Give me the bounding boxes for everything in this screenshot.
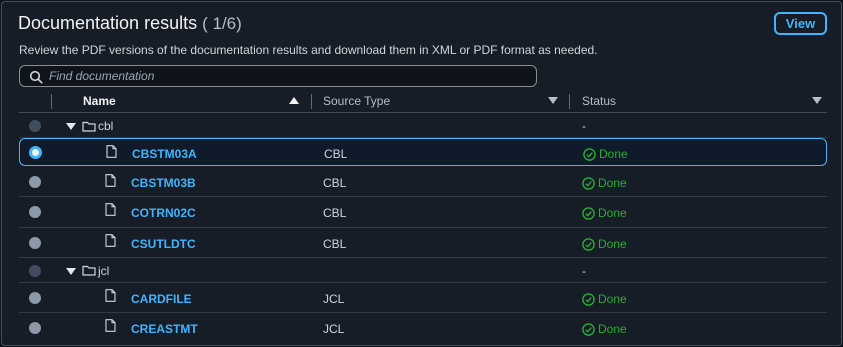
row-radio-disabled bbox=[29, 265, 41, 277]
row-radio[interactable] bbox=[29, 206, 41, 218]
column-header-source-type[interactable]: Source Type bbox=[323, 94, 390, 108]
column-divider bbox=[51, 94, 52, 109]
check-circle-icon bbox=[582, 238, 595, 251]
file-icon bbox=[105, 234, 116, 247]
source-type: CBL bbox=[323, 237, 347, 251]
column-header-status[interactable]: Status bbox=[582, 94, 616, 108]
column-divider[interactable] bbox=[569, 94, 570, 109]
table-row[interactable]: CSUTLDTC CBL Done bbox=[19, 228, 827, 258]
folder-row-cbl[interactable]: cbl - bbox=[19, 114, 827, 138]
column-header-name[interactable]: Name bbox=[83, 94, 116, 108]
row-radio-disabled bbox=[29, 120, 41, 132]
sort-icon[interactable] bbox=[548, 97, 558, 104]
row-radio[interactable] bbox=[29, 237, 41, 249]
source-type: JCL bbox=[323, 292, 345, 306]
status-empty: - bbox=[582, 264, 586, 278]
file-name-link[interactable]: CREASTMT bbox=[131, 322, 198, 336]
page-title: Documentation results ( 1/6) bbox=[18, 13, 242, 34]
file-icon bbox=[105, 319, 116, 332]
status-badge: Done bbox=[582, 292, 627, 306]
status-empty: - bbox=[582, 119, 586, 133]
status-badge: Done bbox=[582, 237, 627, 251]
file-icon bbox=[106, 145, 117, 158]
source-type: CBL bbox=[323, 176, 347, 190]
caret-down-icon[interactable] bbox=[66, 268, 76, 275]
selection-count: ( 1/6) bbox=[202, 14, 242, 33]
check-circle-icon bbox=[583, 148, 596, 161]
folder-label: jcl bbox=[98, 264, 110, 278]
status-text: Done bbox=[598, 176, 627, 190]
status-text: Done bbox=[598, 237, 627, 251]
file-icon bbox=[105, 289, 116, 302]
source-type: CBL bbox=[323, 206, 347, 220]
status-badge: Done bbox=[582, 322, 627, 336]
status-text: Done bbox=[598, 206, 627, 220]
table-row[interactable]: CARDFILE JCL Done bbox=[19, 283, 827, 313]
file-icon bbox=[105, 203, 116, 216]
source-type: CBL bbox=[324, 147, 348, 161]
file-name-link[interactable]: CSUTLDTC bbox=[131, 237, 196, 251]
sort-ascending-icon[interactable] bbox=[289, 97, 299, 104]
file-name-link[interactable]: CBSTM03A bbox=[132, 147, 197, 161]
check-circle-icon bbox=[582, 177, 595, 190]
check-circle-icon bbox=[582, 293, 595, 306]
status-text: Done bbox=[598, 322, 627, 336]
search-input[interactable] bbox=[49, 67, 529, 85]
table-row[interactable]: CBSTM03B CBL Done bbox=[19, 168, 827, 197]
row-radio-selected[interactable] bbox=[29, 146, 42, 159]
file-name-link[interactable]: CBSTM03B bbox=[131, 176, 196, 190]
description-text: Review the PDF versions of the documenta… bbox=[19, 43, 598, 57]
sort-icon[interactable] bbox=[812, 97, 822, 104]
caret-down-icon[interactable] bbox=[66, 123, 76, 130]
documentation-results-panel: Documentation results ( 1/6) View Review… bbox=[1, 1, 842, 346]
status-text: Done bbox=[598, 292, 627, 306]
table-row[interactable]: CBSTM03A CBL Done bbox=[19, 138, 827, 166]
file-name-link[interactable]: CARDFILE bbox=[131, 292, 192, 306]
row-radio[interactable] bbox=[29, 176, 41, 188]
file-name-link[interactable]: COTRN02C bbox=[131, 206, 196, 220]
folder-row-jcl[interactable]: jcl - bbox=[19, 258, 827, 283]
status-badge: Done bbox=[582, 176, 627, 190]
table-row[interactable]: COTRN02C CBL Done bbox=[19, 197, 827, 228]
row-radio[interactable] bbox=[29, 322, 41, 334]
table-header: Name Source Type Status bbox=[19, 90, 827, 113]
folder-icon bbox=[82, 265, 96, 276]
status-text: Done bbox=[599, 147, 628, 161]
check-circle-icon bbox=[582, 323, 595, 336]
view-button[interactable]: View bbox=[774, 12, 827, 35]
table-row[interactable]: CREASTMT JCL Done bbox=[19, 313, 827, 344]
search-box[interactable] bbox=[19, 65, 537, 87]
folder-label: cbl bbox=[98, 119, 114, 133]
status-badge: Done bbox=[582, 206, 627, 220]
search-icon bbox=[29, 70, 43, 84]
status-badge: Done bbox=[583, 147, 628, 161]
source-type: JCL bbox=[323, 322, 345, 336]
title-text: Documentation results bbox=[18, 13, 198, 33]
column-divider[interactable] bbox=[311, 94, 312, 109]
file-icon bbox=[105, 174, 116, 187]
folder-icon bbox=[82, 121, 96, 132]
row-radio[interactable] bbox=[29, 292, 41, 304]
check-circle-icon bbox=[582, 207, 595, 220]
